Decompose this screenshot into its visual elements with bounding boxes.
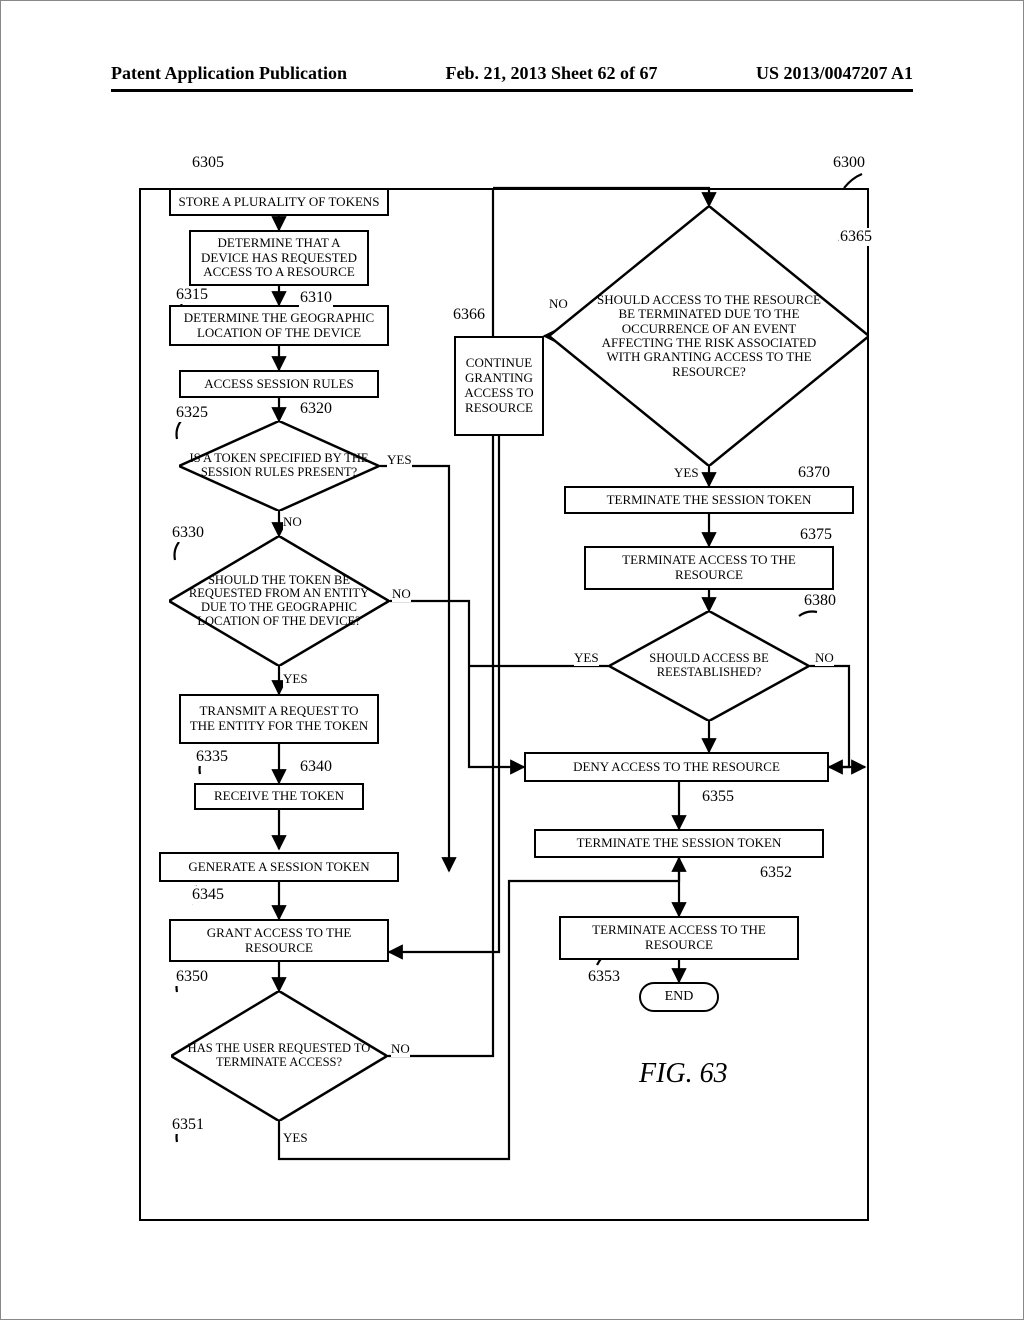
- decision-6365: SHOULD ACCESS TO THE RESOURCE BE TERMINA…: [549, 206, 869, 466]
- ref-6375: 6375: [799, 526, 833, 544]
- step-6370: TERMINATE THE SESSION TOKEN: [564, 486, 854, 514]
- ref-6350: 6350: [175, 968, 209, 986]
- edge-6351-no: NO: [391, 1041, 410, 1057]
- step-6355: DENY ACCESS TO THE RESOURCE: [524, 752, 829, 782]
- header-rule: [111, 89, 913, 92]
- step-6335: TRANSMIT A REQUEST TO THE ENTITY FOR THE…: [179, 694, 379, 744]
- edge-6351-yes: YES: [283, 1130, 308, 1146]
- decision-6380: SHOULD ACCESS BE REESTABLISHED?: [609, 611, 809, 721]
- ref-6300: 6300: [832, 154, 866, 172]
- decision-6365-text: SHOULD ACCESS TO THE RESOURCE BE TERMINA…: [559, 293, 859, 379]
- ref-6315: 6315: [175, 286, 209, 304]
- step-6305: STORE A PLURALITY OF TOKENS: [169, 188, 389, 216]
- decision-6330: SHOULD THE TOKEN BE REQUESTED FROM AN EN…: [169, 536, 389, 666]
- ref-6345: 6345: [191, 886, 225, 904]
- edge-6330-no: NO: [392, 586, 411, 602]
- ref-6320: 6320: [299, 400, 333, 418]
- decision-6325-text: IS A TOKEN SPECIFIED BY THE SESSION RULE…: [189, 452, 369, 480]
- page-header: Patent Application Publication Feb. 21, …: [1, 63, 1023, 84]
- step-6353: TERMINATE ACCESS TO THE RESOURCE: [559, 916, 799, 960]
- header-center: Feb. 21, 2013 Sheet 62 of 67: [446, 63, 658, 84]
- edge-6325-no: NO: [283, 514, 302, 530]
- page: Patent Application Publication Feb. 21, …: [0, 0, 1024, 1320]
- ref-6310: 6310: [299, 289, 333, 307]
- step-6340: RECEIVE THE TOKEN: [194, 783, 364, 810]
- step-6345: GENERATE A SESSION TOKEN: [159, 852, 399, 882]
- edge-6380-no: NO: [815, 650, 834, 666]
- ref-6353: 6353: [587, 968, 621, 986]
- decision-6325: IS A TOKEN SPECIFIED BY THE SESSION RULE…: [179, 421, 379, 511]
- decision-6351-text: HAS THE USER REQUESTED TO TERMINATE ACCE…: [181, 1042, 377, 1070]
- ref-6366: 6366: [452, 306, 486, 324]
- step-6310: DETERMINE THAT A DEVICE HAS REQUESTED AC…: [189, 230, 369, 286]
- ref-6380: 6380: [803, 592, 837, 610]
- edge-6325-yes: YES: [387, 452, 412, 468]
- edge-6380-yes: YES: [574, 650, 599, 666]
- header-left: Patent Application Publication: [111, 63, 347, 84]
- flowchart-canvas: STORE A PLURALITY OF TOKENS DETERMINE TH…: [139, 146, 869, 1221]
- figure-label: FIG. 63: [639, 1058, 728, 1090]
- step-6352: TERMINATE THE SESSION TOKEN: [534, 829, 824, 858]
- ref-6370: 6370: [797, 464, 831, 482]
- step-6320: ACCESS SESSION RULES: [179, 370, 379, 398]
- edge-6330-yes: YES: [283, 671, 308, 687]
- step-6375: TERMINATE ACCESS TO THE RESOURCE: [584, 546, 834, 590]
- ref-6330: 6330: [171, 524, 205, 542]
- ref-6325: 6325: [175, 404, 209, 422]
- step-6350: GRANT ACCESS TO THE RESOURCE: [169, 919, 389, 962]
- ref-6351: 6351: [171, 1116, 205, 1134]
- terminator-end: END: [639, 982, 719, 1012]
- ref-6305: 6305: [191, 154, 225, 172]
- decision-6380-text: SHOULD ACCESS BE REESTABLISHED?: [619, 652, 799, 680]
- edge-6365-yes: YES: [674, 465, 699, 481]
- ref-6355: 6355: [701, 788, 735, 806]
- decision-6351: HAS THE USER REQUESTED TO TERMINATE ACCE…: [171, 991, 387, 1121]
- ref-6340: 6340: [299, 758, 333, 776]
- decision-6330-text: SHOULD THE TOKEN BE REQUESTED FROM AN EN…: [179, 574, 379, 629]
- ref-6352: 6352: [759, 864, 793, 882]
- step-6315: DETERMINE THE GEOGRAPHIC LOCATION OF THE…: [169, 305, 389, 346]
- header-right: US 2013/0047207 A1: [756, 63, 913, 84]
- ref-6335: 6335: [195, 748, 229, 766]
- step-6366: CONTINUE GRANTING ACCESS TO RESOURCE: [454, 336, 544, 436]
- ref-6365: 6365: [839, 228, 873, 246]
